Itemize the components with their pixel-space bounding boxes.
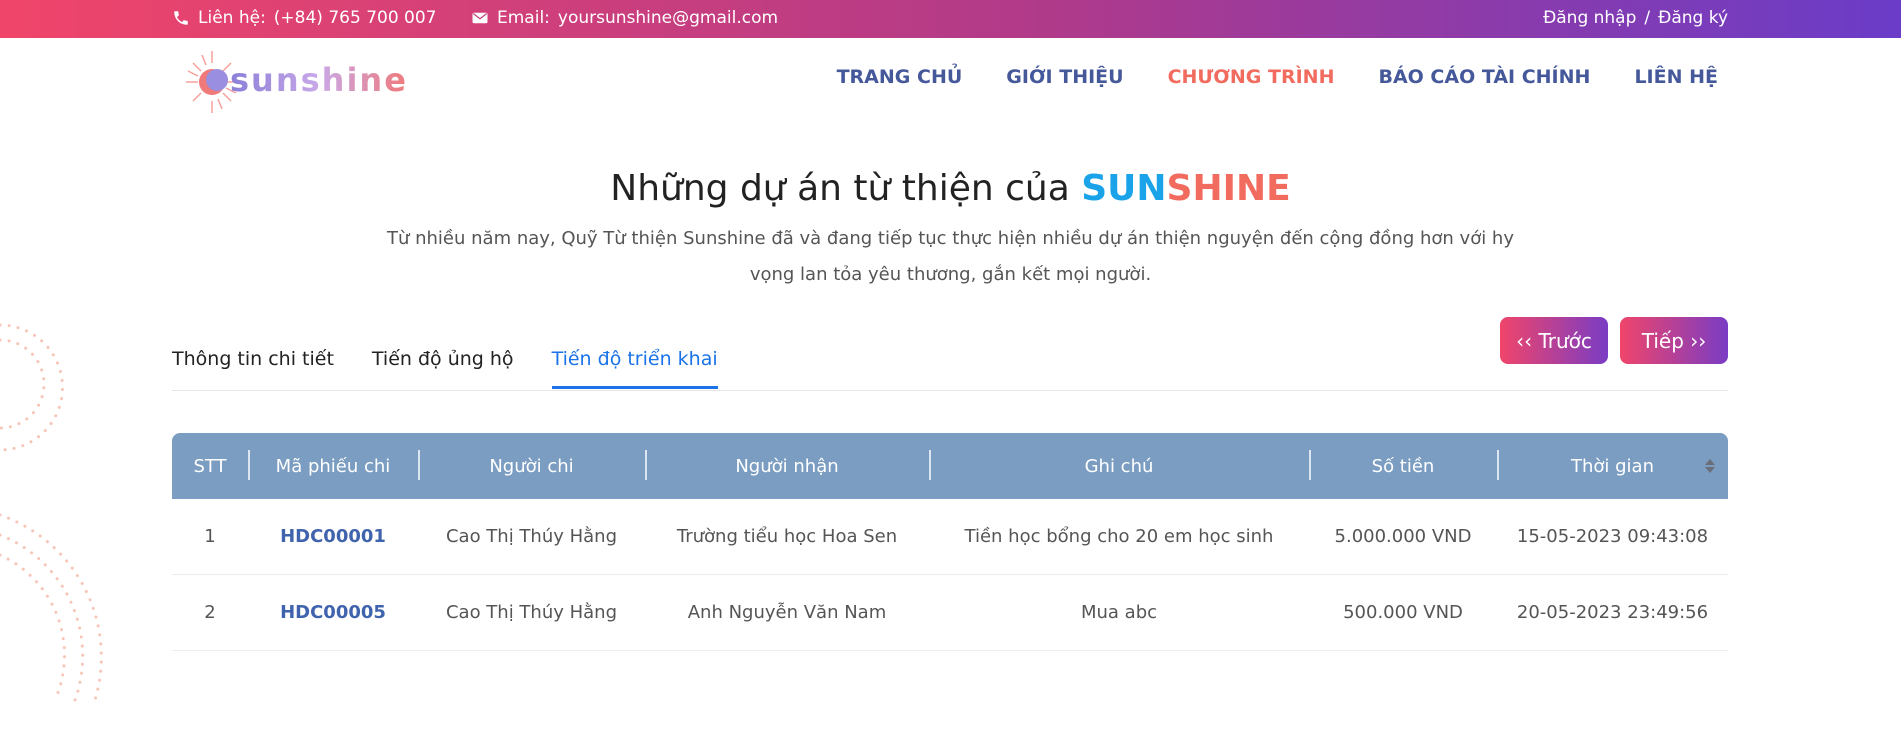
- cell-receiver: Trường tiểu học Hoa Sen: [676, 526, 898, 547]
- login-link[interactable]: Đăng nhập: [1543, 8, 1636, 28]
- nav-contact[interactable]: LIÊN HỆ: [1634, 66, 1718, 88]
- expense-table: STT Mã phiếu chi Người chi Người nhận Gh…: [172, 433, 1728, 651]
- title-prefix: Những dự án từ thiện của: [610, 168, 1070, 209]
- table-row: 2 HDC00005 Cao Thị Thúy Hằng Anh Nguyễn …: [172, 575, 1728, 651]
- envelope-icon: [471, 9, 489, 27]
- tab-divider: [172, 390, 1728, 391]
- email-label: Email:: [497, 8, 550, 28]
- cell-time: 20-05-2023 23:49:56: [1516, 602, 1709, 623]
- cell-receiver: Anh Nguyễn Văn Nam: [687, 602, 887, 623]
- cell-stt: 1: [204, 526, 216, 547]
- prev-button[interactable]: ‹‹ Trước: [1500, 317, 1608, 364]
- col-time[interactable]: Thời gian: [1497, 449, 1728, 480]
- cell-amount: 500.000 VND: [1343, 602, 1463, 623]
- cell-stt: 2: [204, 602, 216, 623]
- cell-time: 15-05-2023 09:43:08: [1516, 526, 1709, 547]
- col-note[interactable]: Ghi chú: [929, 449, 1309, 480]
- sort-icon[interactable]: [1704, 456, 1716, 476]
- page-title: Những dự án từ thiện của SUNSHINE: [0, 168, 1901, 209]
- phone-number[interactable]: (+84) 765 700 007: [274, 8, 437, 28]
- main-nav: TRANG CHỦ GIỚI THIỆU CHƯƠNG TRÌNH BÁO CÁ…: [837, 66, 1718, 88]
- tab-deployment-progress[interactable]: Tiến độ triển khai: [551, 348, 718, 389]
- col-code[interactable]: Mã phiếu chi: [248, 449, 418, 480]
- auth-separator: /: [1644, 8, 1651, 28]
- nav-about[interactable]: GIỚI THIỆU: [1006, 66, 1123, 88]
- register-link[interactable]: Đăng ký: [1658, 8, 1728, 28]
- cell-code-link[interactable]: HDC00001: [248, 526, 418, 547]
- col-payer[interactable]: Người chi: [418, 449, 645, 480]
- phone-icon: [172, 9, 190, 27]
- table-row: 1 HDC00001 Cao Thị Thúy Hằng Trường tiểu…: [172, 499, 1728, 575]
- title-brand-shine: SHINE: [1166, 168, 1291, 209]
- table-header: STT Mã phiếu chi Người chi Người nhận Gh…: [172, 433, 1728, 499]
- title-brand-sun: SUN: [1081, 168, 1167, 209]
- top-bar: Liên hệ: (+84) 765 700 007 Email: yoursu…: [0, 0, 1901, 38]
- cell-amount: 5.000.000 VND: [1334, 526, 1472, 547]
- cell-note: Mua abc: [1080, 602, 1158, 623]
- auth-links: Đăng nhập / Đăng ký: [1543, 8, 1728, 28]
- email-address[interactable]: yoursunshine@gmail.com: [558, 8, 778, 28]
- next-button[interactable]: Tiếp ››: [1620, 317, 1728, 364]
- tab-donation-progress[interactable]: Tiến độ ủng hộ: [372, 348, 514, 389]
- cell-note: Tiền học bổng cho 20 em học sinh: [964, 526, 1274, 547]
- nav-home[interactable]: TRANG CHỦ: [837, 66, 963, 88]
- col-receiver[interactable]: Người nhận: [645, 449, 929, 480]
- cell-code-link[interactable]: HDC00005: [248, 602, 418, 623]
- contact-email: Email: yoursunshine@gmail.com: [471, 8, 778, 28]
- tab-bar: Thông tin chi tiết Tiến độ ủng hộ Tiến đ…: [172, 348, 718, 389]
- page-description: Từ nhiều năm nay, Quỹ Từ thiện Sunshine …: [386, 228, 1514, 285]
- tab-details[interactable]: Thông tin chi tiết: [172, 348, 334, 389]
- col-time-label: Thời gian: [1570, 455, 1654, 477]
- brand-logo[interactable]: sunshine: [184, 49, 406, 115]
- nav-program[interactable]: CHƯƠNG TRÌNH: [1168, 66, 1335, 88]
- col-amount[interactable]: Số tiền: [1309, 449, 1497, 480]
- col-stt[interactable]: STT: [172, 456, 248, 477]
- cell-payer: Cao Thị Thúy Hằng: [445, 526, 618, 547]
- phone-label: Liên hệ:: [198, 8, 266, 28]
- nav-finance-report[interactable]: BÁO CÁO TÀI CHÍNH: [1378, 66, 1590, 88]
- contact-phone: Liên hệ: (+84) 765 700 007: [172, 8, 437, 28]
- brand-name: sunshine: [230, 61, 408, 99]
- cell-payer: Cao Thị Thúy Hằng: [445, 602, 618, 623]
- decorative-dots: [0, 323, 103, 702]
